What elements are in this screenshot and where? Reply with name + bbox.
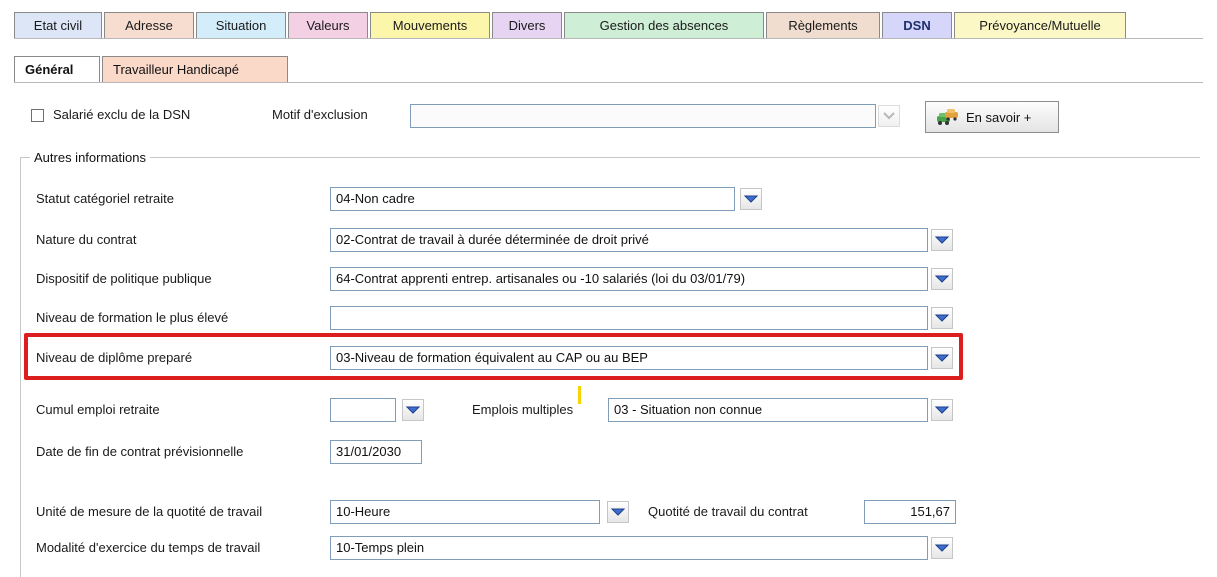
- tab-gestion-absences[interactable]: Gestion des absences: [564, 12, 764, 38]
- niveau-formation-dropdown[interactable]: [931, 307, 953, 329]
- text-cursor-marker: [578, 386, 581, 404]
- highlight-box: [24, 333, 963, 380]
- modalite-exercice-select[interactable]: 10-Temps plein: [330, 536, 928, 560]
- tab-adresse[interactable]: Adresse: [104, 12, 194, 38]
- statut-categoriel-label: Statut catégoriel retraite: [36, 191, 175, 206]
- main-tab-bar: Etat civil Adresse Situation Valeurs Mou…: [14, 12, 1128, 38]
- subtab-travailleur-handicape[interactable]: Travailleur Handicapé: [102, 56, 288, 82]
- emplois-multiples-select[interactable]: 03 - Situation non connue: [608, 398, 928, 422]
- tab-reglements[interactable]: Règlements: [766, 12, 880, 38]
- motif-exclusion-input[interactable]: [410, 104, 876, 128]
- chevron-down-icon: [935, 275, 949, 283]
- niveau-formation-select[interactable]: [330, 306, 928, 330]
- chevron-down-icon: [935, 314, 949, 322]
- chevron-down-icon: [935, 544, 949, 552]
- nature-contrat-label: Nature du contrat: [36, 232, 137, 247]
- tab-divers[interactable]: Divers: [492, 12, 562, 38]
- tab-bar-divider: [14, 38, 1203, 39]
- modalite-exercice-label: Modalité d'exercice du temps de travail: [36, 540, 261, 555]
- modalite-exercice-dropdown[interactable]: [931, 537, 953, 559]
- date-fin-contrat-input[interactable]: 31/01/2030: [330, 440, 422, 464]
- date-fin-contrat-label: Date de fin de contrat prévisionnelle: [36, 444, 244, 459]
- subtab-general[interactable]: Général: [14, 56, 100, 82]
- tab-mouvements[interactable]: Mouvements: [370, 12, 490, 38]
- dispositif-dropdown[interactable]: [931, 268, 953, 290]
- statut-categoriel-dropdown[interactable]: [740, 188, 762, 210]
- emplois-multiples-dropdown[interactable]: [931, 399, 953, 421]
- tab-prevoyance-mutuelle[interactable]: Prévoyance/Mutuelle: [954, 12, 1126, 38]
- quotite-travail-label: Quotité de travail du contrat: [648, 504, 808, 519]
- dispositif-label: Dispositif de politique publique: [36, 271, 212, 286]
- emplois-multiples-label: Emplois multiples: [472, 402, 574, 417]
- tab-valeurs[interactable]: Valeurs: [288, 12, 368, 38]
- exclu-dsn-label: Salarié exclu de la DSN: [53, 107, 191, 122]
- tab-situation[interactable]: Situation: [196, 12, 286, 38]
- cars-icon: [937, 109, 958, 125]
- chevron-down-icon: [744, 195, 758, 203]
- subtab-bar-divider: [14, 82, 1203, 83]
- cumul-emploi-select[interactable]: [330, 398, 396, 422]
- nature-contrat-select[interactable]: 02-Contrat de travail à durée déterminée…: [330, 228, 928, 252]
- motif-exclusion-dropdown[interactable]: [878, 105, 900, 127]
- niveau-formation-label: Niveau de formation le plus élevé: [36, 310, 229, 325]
- chevron-down-icon: [935, 236, 949, 244]
- cumul-emploi-dropdown[interactable]: [402, 399, 424, 421]
- chevron-down-icon: [611, 508, 625, 516]
- unite-mesure-select[interactable]: 10-Heure: [330, 500, 600, 524]
- autres-informations-legend: Autres informations: [30, 150, 150, 165]
- dispositif-select[interactable]: 64-Contrat apprenti entrep. artisanales …: [330, 267, 928, 291]
- unite-mesure-dropdown[interactable]: [607, 501, 629, 523]
- tab-etat-civil[interactable]: Etat civil: [14, 12, 102, 38]
- en-savoir-plus-label: En savoir +: [966, 109, 1032, 125]
- sub-tab-bar: Général Travailleur Handicapé: [14, 56, 290, 82]
- nature-contrat-dropdown[interactable]: [931, 229, 953, 251]
- motif-exclusion-label: Motif d'exclusion: [272, 107, 368, 122]
- unite-mesure-label: Unité de mesure de la quotité de travail: [36, 504, 263, 519]
- cumul-emploi-label: Cumul emploi retraite: [36, 402, 160, 417]
- chevron-down-icon: [406, 406, 420, 414]
- quotite-travail-input[interactable]: 151,67: [864, 500, 956, 524]
- chevron-down-icon: [935, 406, 949, 414]
- en-savoir-plus-button[interactable]: En savoir +: [925, 101, 1059, 133]
- exclu-dsn-checkbox[interactable]: [31, 109, 44, 122]
- tab-dsn[interactable]: DSN: [882, 12, 952, 38]
- statut-categoriel-select[interactable]: 04-Non cadre: [330, 187, 735, 211]
- chevron-down-icon: [883, 112, 895, 120]
